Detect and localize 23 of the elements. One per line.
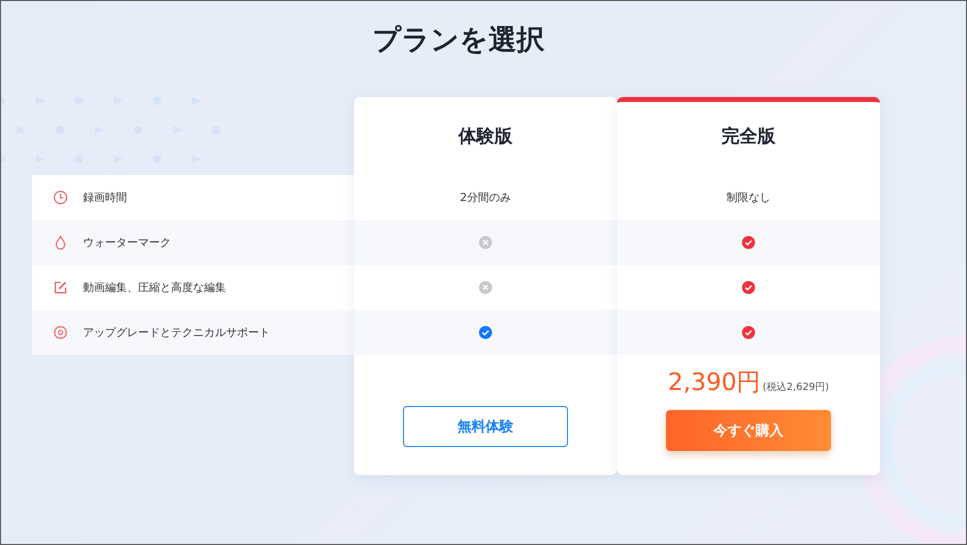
cross-icon bbox=[479, 236, 492, 249]
price: 2,390円 bbox=[668, 367, 761, 398]
plan-value: 2分間のみ bbox=[460, 190, 511, 205]
drop-icon bbox=[53, 235, 68, 250]
feature-label: 動画編集、圧縮と高度な編集 bbox=[83, 280, 226, 295]
edit-icon bbox=[53, 280, 68, 295]
page-title: プランを選択 bbox=[372, 22, 546, 58]
feature-label: アップグレードとテクニカルサポート bbox=[83, 325, 270, 340]
plan-name: 体験版 bbox=[458, 125, 512, 148]
settings-icon bbox=[53, 325, 68, 340]
feature-label: ウォーターマーク bbox=[83, 235, 171, 250]
feature-label: 録画時間 bbox=[83, 190, 127, 205]
check-icon bbox=[479, 326, 492, 339]
buy-button[interactable]: 今すぐ購入 bbox=[666, 410, 831, 451]
trial-button[interactable]: 無料体験 bbox=[403, 406, 568, 447]
plan-value: 制限なし bbox=[726, 190, 770, 205]
check-icon bbox=[742, 236, 755, 249]
cross-icon bbox=[479, 281, 492, 294]
check-icon bbox=[742, 326, 755, 339]
tax-note: (税込2,629円) bbox=[762, 380, 830, 394]
plan-name: 完全版 bbox=[722, 125, 776, 148]
check-icon bbox=[742, 281, 755, 294]
clock-icon bbox=[53, 190, 68, 205]
